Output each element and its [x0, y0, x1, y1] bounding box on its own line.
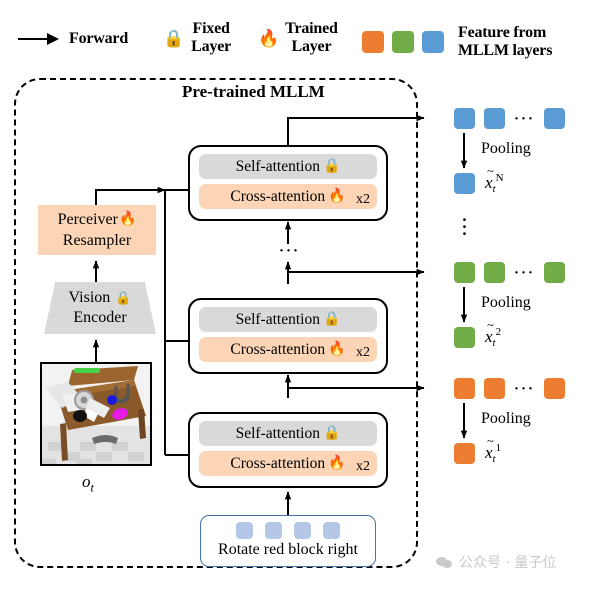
lock-icon: 🔒: [163, 28, 185, 48]
prompt-token: [265, 522, 282, 539]
lock-icon: 🔒: [322, 425, 341, 441]
feature-swatch-blue: [422, 31, 444, 53]
text-prompt-box[interactable]: Rotate red block right: [200, 515, 376, 567]
observation-image: [40, 362, 152, 466]
feature-row-ellipsis: ···: [514, 380, 536, 397]
prompt-token: [323, 522, 340, 539]
transformer-block-top[interactable]: Self-attention 🔒 Cross-attention 🔥 x2: [188, 145, 388, 221]
feature-token: [544, 262, 566, 283]
pooled-token: [454, 327, 475, 349]
feature-token: [484, 108, 505, 129]
watermark-text: 公众号 · 量子位: [459, 555, 557, 571]
feature-row-ellipsis: ···: [514, 110, 536, 127]
pooled-symbol-orange: ~ xt1: [485, 433, 502, 466]
cross-attention-layer-middle[interactable]: Cross-attention 🔥 x2: [199, 337, 377, 362]
prompt-text: Rotate red block right: [218, 541, 358, 558]
repeat-count-bottom: x2: [356, 459, 370, 474]
legend: Forward 🔒 Fixed Layer 🔥 Trained Layer Fe…: [0, 0, 598, 66]
pooling-label-green: Pooling: [481, 294, 531, 311]
perceiver-resampler-block[interactable]: Perceiver 🔥 Resampler: [38, 205, 156, 255]
feature-token: [484, 378, 505, 399]
repeat-count-top: x2: [356, 192, 370, 207]
pooled-token: [454, 173, 475, 195]
mllm-title: Pre-trained MLLM: [182, 82, 325, 101]
legend-feature: Feature from MLLM layers: [362, 24, 552, 60]
feature-token-row-green: ···: [454, 262, 566, 283]
pooled-symbol-green: ~ xt2: [485, 317, 502, 350]
fire-icon: 🔥: [258, 28, 280, 48]
feature-swatch-orange: [362, 31, 384, 53]
observation-label: ot: [82, 472, 94, 495]
repeat-count-middle: x2: [356, 345, 370, 360]
self-attention-layer-middle[interactable]: Self-attention 🔒: [199, 307, 377, 332]
pooled-symbol-blue: ~ xtN: [485, 163, 504, 196]
wechat-icon: [436, 556, 453, 569]
cross-attention-layer-bottom[interactable]: Cross-attention 🔥 x2: [199, 451, 377, 476]
legend-fixed-layer: 🔒 Fixed Layer: [163, 20, 231, 56]
feature-token: [484, 262, 505, 283]
lock-icon: 🔒: [322, 311, 341, 327]
prompt-token: [236, 522, 253, 539]
feature-token: [454, 378, 475, 399]
legend-trained-layer: 🔥 Trained Layer: [258, 20, 338, 56]
fire-icon: 🔥: [118, 212, 137, 227]
pooled-feature-orange: ~ xt1: [454, 433, 502, 466]
legend-fixed-label: Fixed Layer: [191, 20, 232, 55]
feature-token-row-blue: ···: [454, 108, 566, 129]
feature-row-ellipsis: ···: [514, 264, 536, 281]
cross-attention-layer-top[interactable]: Cross-attention 🔥 x2: [199, 184, 377, 209]
feature-column-ellipsis: · · ·: [461, 210, 468, 243]
arrow-right-icon: [18, 32, 60, 46]
robot-scene-render: [42, 364, 150, 464]
self-attention-layer-top[interactable]: Self-attention 🔒: [199, 154, 377, 179]
fire-icon: 🔥: [328, 341, 346, 357]
legend-forward-label: Forward: [69, 30, 129, 47]
block-stack-ellipsis: ···: [279, 243, 301, 259]
legend-forward: Forward: [18, 30, 128, 48]
pooling-label-orange: Pooling: [481, 410, 531, 427]
feature-token: [544, 108, 566, 129]
transformer-block-middle[interactable]: Self-attention 🔒 Cross-attention 🔥 x2: [188, 298, 388, 374]
legend-trained-label: Trained Layer: [285, 20, 338, 55]
fire-icon: 🔥: [328, 455, 346, 471]
pooled-token: [454, 443, 475, 465]
legend-feature-label: Feature from MLLM layers: [458, 24, 553, 59]
feature-token: [454, 108, 475, 129]
feature-token: [454, 262, 475, 283]
feature-token: [544, 378, 566, 399]
feature-swatch-green: [392, 31, 414, 53]
prompt-token-row: [201, 516, 375, 539]
pooling-label-blue: Pooling: [481, 140, 531, 157]
pooled-feature-blue: ~ xtN: [454, 163, 504, 196]
transformer-block-bottom[interactable]: Self-attention 🔒 Cross-attention 🔥 x2: [188, 412, 388, 488]
fire-icon: 🔥: [328, 188, 346, 204]
prompt-token: [294, 522, 311, 539]
vision-encoder-block[interactable]: Vision 🔒 Encoder: [44, 282, 156, 334]
watermark: 公众号 · 量子位: [436, 552, 556, 572]
lock-icon: 🔒: [322, 158, 341, 174]
self-attention-layer-bottom[interactable]: Self-attention 🔒: [199, 421, 377, 446]
lock-icon: 🔒: [115, 290, 132, 305]
pooled-feature-green: ~ xt2: [454, 317, 502, 350]
feature-token-row-orange: ···: [454, 378, 566, 399]
